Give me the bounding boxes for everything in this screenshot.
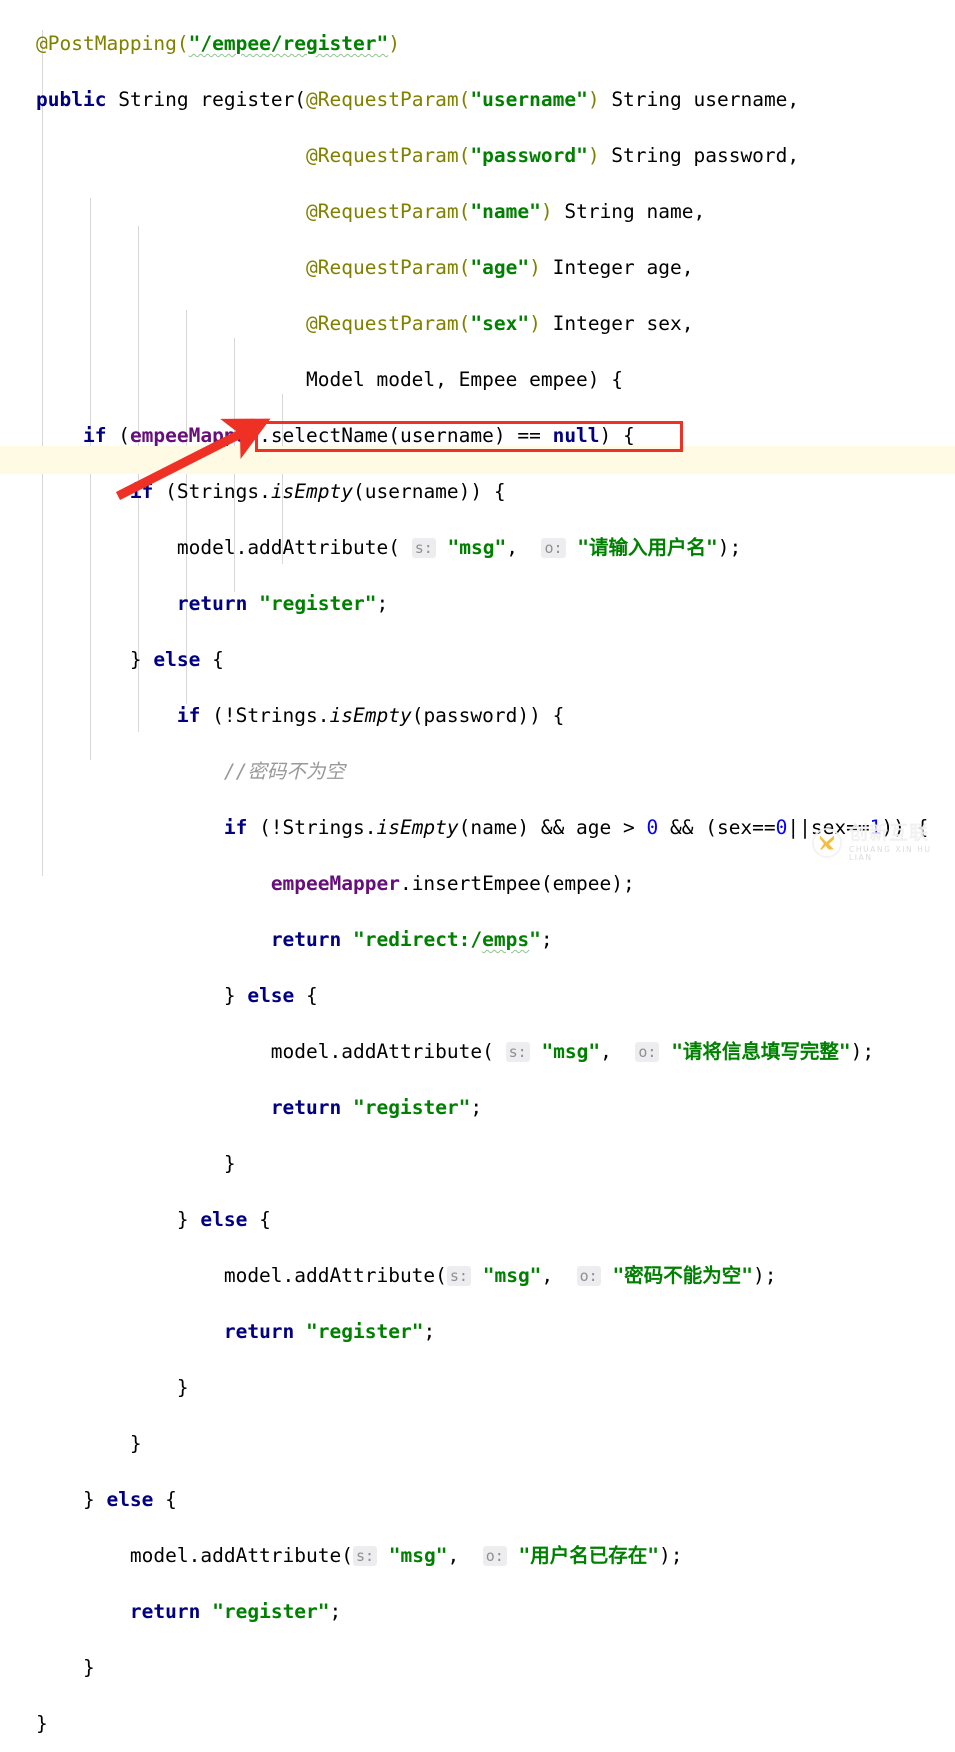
code-line: @RequestParam("name") String name,: [306, 200, 706, 223]
code-line: //密码不为空: [223, 760, 345, 783]
code-line: model.addAttribute(s: "msg", o: "用户名已存在"…: [36, 1544, 683, 1567]
brand-text: 创新互联 CHUANG XIN HU LIAN: [849, 824, 955, 861]
code-line: }: [36, 1432, 142, 1455]
brand-name-cn: 创新互联: [849, 822, 930, 844]
code-editor[interactable]: @PostMapping("/empee/register") public S…: [0, 0, 955, 1735]
code-line: return "register";: [129, 1600, 342, 1623]
code-line: model.addAttribute(s: "msg", o: "密码不能为空"…: [36, 1264, 777, 1287]
code-line: }: [36, 1712, 48, 1735]
code-line: return "redirect:/emps";: [270, 928, 553, 951]
brand-logo-icon: [812, 827, 842, 858]
code-line: empeeMapper.insertEmpee(empee);: [270, 872, 635, 895]
code-line: } else {: [36, 984, 318, 1007]
code-line: return "register";: [223, 1320, 436, 1343]
watermark: 创新互联 CHUANG XIN HU LIAN: [812, 824, 955, 861]
code-line: model.addAttribute( s: "msg", o: "请将信息填写…: [36, 1040, 875, 1063]
code-line: }: [36, 1376, 189, 1399]
source-code[interactable]: @PostMapping("/empee/register") public S…: [0, 0, 928, 1752]
code-line: model.addAttribute( s: "msg", o: "请输入用户名…: [36, 536, 742, 559]
param-hint-s: s:: [446, 1266, 471, 1286]
param-hint-s: s:: [411, 538, 436, 558]
param-hint-s: s:: [505, 1042, 530, 1062]
code-line: @RequestParam("sex") Integer sex,: [306, 312, 694, 335]
code-line: if (!Strings.isEmpty(name) && age > 0 &&…: [223, 816, 929, 839]
code-line: return "register";: [176, 592, 389, 615]
code-line: } else {: [36, 1208, 271, 1231]
code-line: Model model, Empee empee) {: [36, 368, 623, 391]
code-line: if (Strings.isEmpty(username)) {: [129, 480, 506, 503]
param-hint-o: o:: [635, 1042, 660, 1062]
param-hint-o: o:: [576, 1266, 601, 1286]
param-hint-s: s:: [352, 1546, 378, 1566]
code-line: } else {: [36, 648, 224, 671]
code-line: public String register(@RequestParam("us…: [36, 88, 800, 111]
code-line: @RequestParam("age") Integer age,: [306, 256, 694, 279]
code-line: if (!Strings.isEmpty(password)) {: [176, 704, 565, 727]
code-line: return "register";: [270, 1096, 483, 1119]
brand-name-pinyin: CHUANG XIN HU LIAN: [849, 845, 932, 862]
code-line: } else {: [36, 1488, 177, 1511]
code-line: }: [36, 1152, 236, 1175]
code-line: }: [36, 1656, 95, 1679]
code-line: if (empeeMapper.selectName(username) == …: [82, 424, 635, 447]
param-hint-o: o:: [482, 1546, 507, 1566]
param-hint-o: o:: [541, 538, 566, 558]
code-line: @PostMapping("/empee/register"): [36, 32, 400, 55]
code-line: @RequestParam("password") String passwor…: [306, 144, 800, 167]
